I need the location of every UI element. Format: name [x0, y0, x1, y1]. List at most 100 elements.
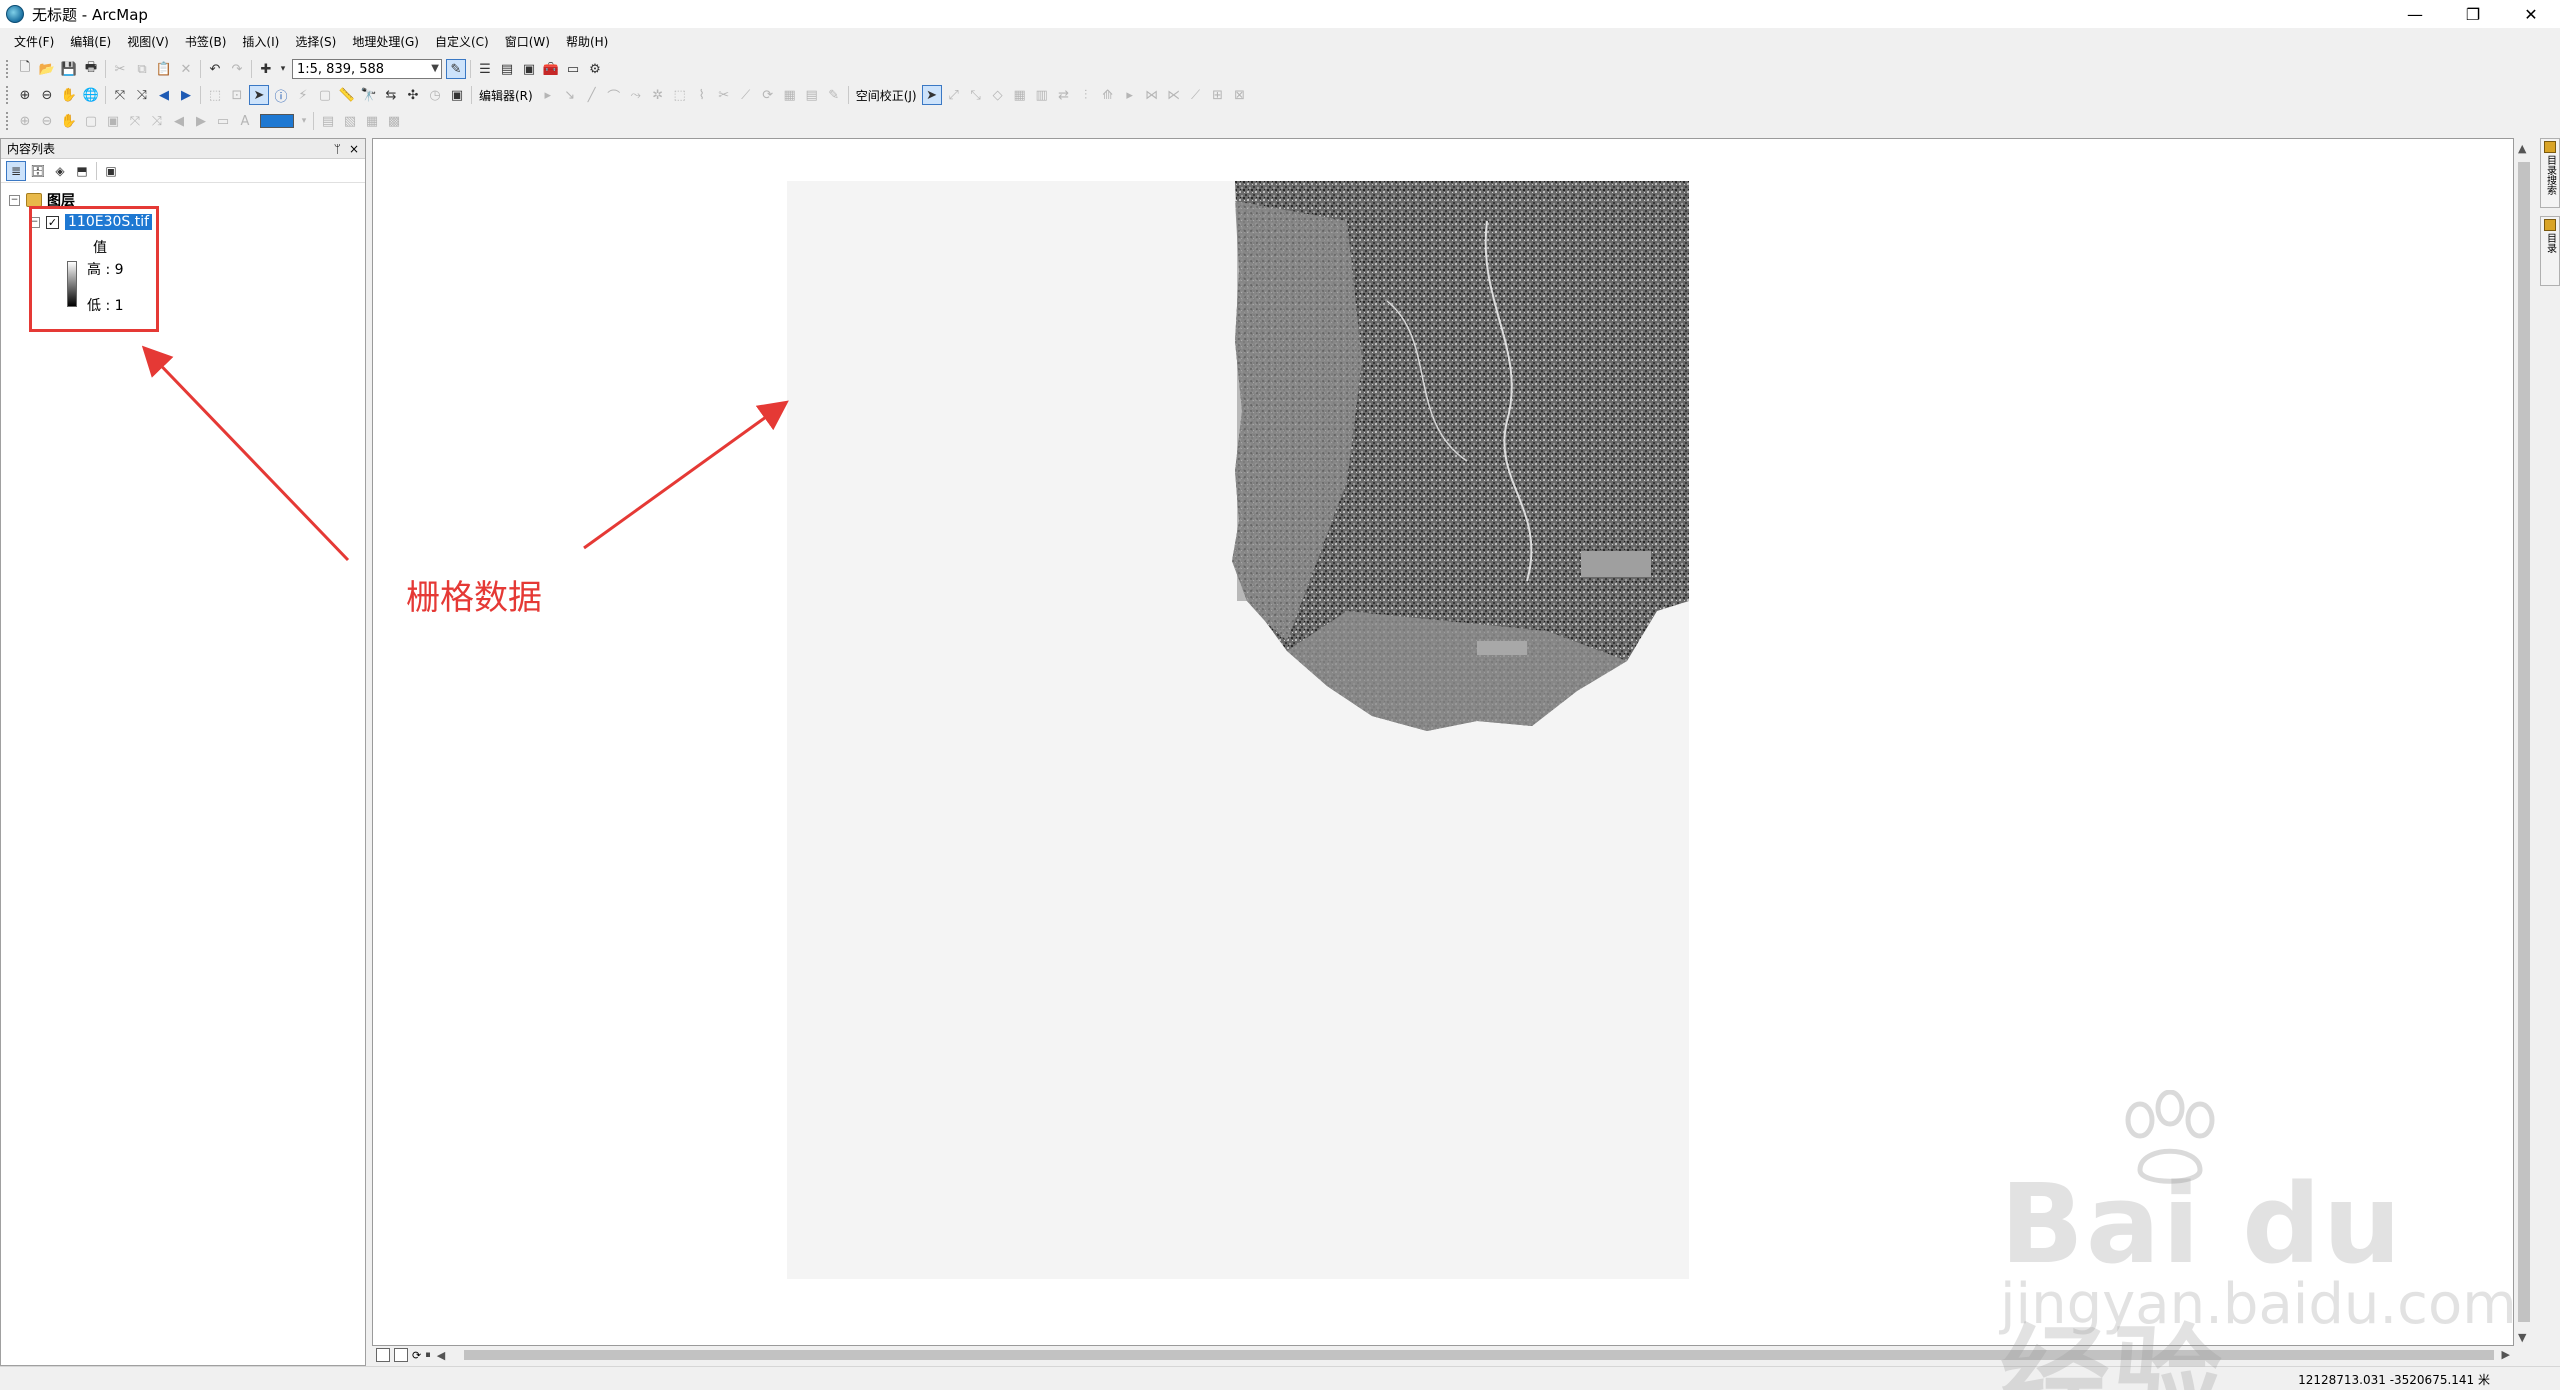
menu-help[interactable]: 帮助(H)	[558, 31, 616, 52]
zoom-100-icon[interactable]: ▣	[103, 111, 123, 131]
select-elements-icon[interactable]: ➤	[249, 85, 269, 105]
pin-icon[interactable]: ᛘ	[334, 142, 341, 156]
restore-button[interactable]: ❐	[2444, 0, 2502, 28]
copy-icon[interactable]: ⧉	[132, 59, 152, 79]
open-folder-icon[interactable]: 📂	[37, 59, 57, 79]
redo-icon[interactable]: ↷	[227, 59, 247, 79]
new-displacement-link-icon[interactable]: ⤢	[944, 85, 964, 105]
add-data-dropdown-icon[interactable]: ▾	[278, 59, 288, 79]
adjust-icon[interactable]: ⊠	[1230, 85, 1250, 105]
find-route-icon[interactable]: ⇆	[381, 85, 401, 105]
delete-icon[interactable]: ✕	[176, 59, 196, 79]
sketch-properties-icon[interactable]: ▤	[802, 85, 822, 105]
identify-icon[interactable]: ⓘ	[271, 85, 291, 105]
map-scale-combobox[interactable]: 1:5, 839, 588 ▼	[292, 59, 442, 79]
change-layout-icon[interactable]: ▦	[362, 111, 382, 131]
zoom-whole-page-icon[interactable]: ▢	[81, 111, 101, 131]
menu-customize[interactable]: 自定义(C)	[427, 31, 497, 52]
undo-icon[interactable]: ↶	[205, 59, 225, 79]
split-icon[interactable]: ⟋	[736, 85, 756, 105]
identity-link-icon[interactable]: ▸	[1120, 85, 1140, 105]
view-link-table-icon[interactable]: ▦	[1010, 85, 1030, 105]
arctoolbox-icon[interactable]: 🧰	[541, 59, 561, 79]
data-view-icon[interactable]	[376, 1348, 390, 1362]
refresh-icon[interactable]: ⟳	[412, 1349, 421, 1362]
catalog-search-tab[interactable]: 目录搜索	[2540, 138, 2560, 208]
new-document-icon[interactable]: 🗋	[15, 59, 35, 79]
menu-view[interactable]: 视图(V)	[119, 31, 177, 52]
menu-edit[interactable]: 编辑(E)	[62, 31, 119, 52]
go-to-xy-icon[interactable]: ✣	[403, 85, 423, 105]
paste-icon[interactable]: 📋	[154, 59, 174, 79]
end-point-arc-icon[interactable]: ⌒	[604, 85, 624, 105]
catalog-window-icon[interactable]: ▤	[497, 59, 517, 79]
add-data-icon[interactable]: ✚	[256, 59, 276, 79]
menu-windows[interactable]: 窗口(W)	[497, 31, 558, 52]
list-by-drawing-order-icon[interactable]: ≣	[6, 160, 26, 181]
cut-polygons-icon[interactable]: ✂	[714, 85, 734, 105]
measure-icon[interactable]: 📏	[337, 85, 357, 105]
menu-geoprocessing[interactable]: 地理处理(G)	[344, 31, 427, 52]
multi-link-icon[interactable]: ◇	[988, 85, 1008, 105]
map-display[interactable]	[372, 138, 2514, 1346]
edit-vertices-icon[interactable]: ⬚	[670, 85, 690, 105]
viewer-window-icon[interactable]: ▣	[447, 85, 467, 105]
modify-link-icon[interactable]: ⤡	[966, 85, 986, 105]
new-link-icon[interactable]: ⊞	[1208, 85, 1228, 105]
text-icon[interactable]: A	[235, 111, 255, 131]
full-extent-icon[interactable]: 🌐	[81, 85, 101, 105]
vertical-scroll-thumb[interactable]	[2518, 162, 2530, 1322]
straight-segment-icon[interactable]: ╱	[582, 85, 602, 105]
toc-options-icon[interactable]: ▣	[101, 161, 121, 181]
find-icon[interactable]: 🔭	[359, 85, 379, 105]
select-features-icon[interactable]: ⬚	[205, 85, 225, 105]
edge-match-icon[interactable]: ⫶	[1076, 85, 1096, 105]
select-elements-icon[interactable]: ➤	[921, 85, 942, 105]
go-back-extent-icon[interactable]: ◀	[169, 111, 189, 131]
pause-drawing-icon[interactable]: ⏸	[425, 1348, 431, 1362]
fixed-zoom-in-icon[interactable]: ⤧	[110, 85, 130, 105]
python-window-icon[interactable]: ▭	[563, 59, 583, 79]
limited-adjustment-icon[interactable]: ⟰	[1098, 85, 1118, 105]
close-button[interactable]: ✕	[2502, 0, 2560, 28]
scroll-left-icon[interactable]: ◀	[437, 1349, 445, 1362]
collapse-icon[interactable]: −	[9, 194, 20, 206]
attributes-icon[interactable]: ▦	[780, 85, 800, 105]
menu-selection[interactable]: 选择(S)	[287, 31, 344, 52]
point-icon[interactable]: ✲	[648, 85, 668, 105]
chevron-down-icon[interactable]: ▼	[431, 60, 439, 78]
table-of-contents-icon[interactable]: ☰	[475, 59, 495, 79]
toolbar-grip[interactable]	[6, 112, 10, 130]
color-dropdown-icon[interactable]: ▾	[299, 111, 309, 131]
spatial-adjustment-menu-button[interactable]: 空间校正(J)	[852, 87, 921, 104]
trace-icon[interactable]: ⤳	[626, 85, 646, 105]
edit-annotation-icon[interactable]: ↘	[560, 85, 580, 105]
edit-tool-icon[interactable]: ▸	[538, 85, 558, 105]
cut-icon[interactable]: ✂	[110, 59, 130, 79]
layout-pan-icon[interactable]: ✋	[59, 111, 79, 131]
hyperlink-icon[interactable]: ⚡	[293, 85, 313, 105]
new-limited-area-icon[interactable]: ⋈	[1142, 85, 1162, 105]
adjustment-preview-icon[interactable]: ▥	[1032, 85, 1052, 105]
menu-bookmarks[interactable]: 书签(B)	[177, 31, 235, 52]
list-by-source-icon[interactable]: 🗄	[28, 161, 48, 181]
close-icon[interactable]: ×	[349, 142, 359, 156]
zoom-in-icon[interactable]: ⊕	[15, 85, 35, 105]
toggle-draft-mode-icon[interactable]: ▤	[318, 111, 338, 131]
focus-data-frame-icon[interactable]: ▧	[340, 111, 360, 131]
list-by-selection-icon[interactable]: ⬒	[72, 161, 92, 181]
pan-icon[interactable]: ✋	[59, 85, 79, 105]
go-back-icon[interactable]: ◀	[154, 85, 174, 105]
attribute-transfer-icon[interactable]: ⇄	[1054, 85, 1074, 105]
clear-selection-icon[interactable]: ⊡	[227, 85, 247, 105]
scroll-down-icon[interactable]: ▼	[2518, 1331, 2526, 1344]
menu-insert[interactable]: 插入(I)	[234, 31, 287, 52]
toolbar-grip[interactable]	[6, 86, 10, 104]
rotate-icon[interactable]: ⟳	[758, 85, 778, 105]
create-features-icon[interactable]: ✎	[824, 85, 844, 105]
scroll-up-icon[interactable]: ▲	[2518, 142, 2526, 155]
fixed-zoom-out-icon[interactable]: ⤨	[132, 85, 152, 105]
search-window-icon[interactable]: ▣	[519, 59, 539, 79]
layout-zoom-out-icon[interactable]: ⊖	[37, 111, 57, 131]
editor-menu-button[interactable]: 编辑器(R)	[475, 87, 537, 104]
